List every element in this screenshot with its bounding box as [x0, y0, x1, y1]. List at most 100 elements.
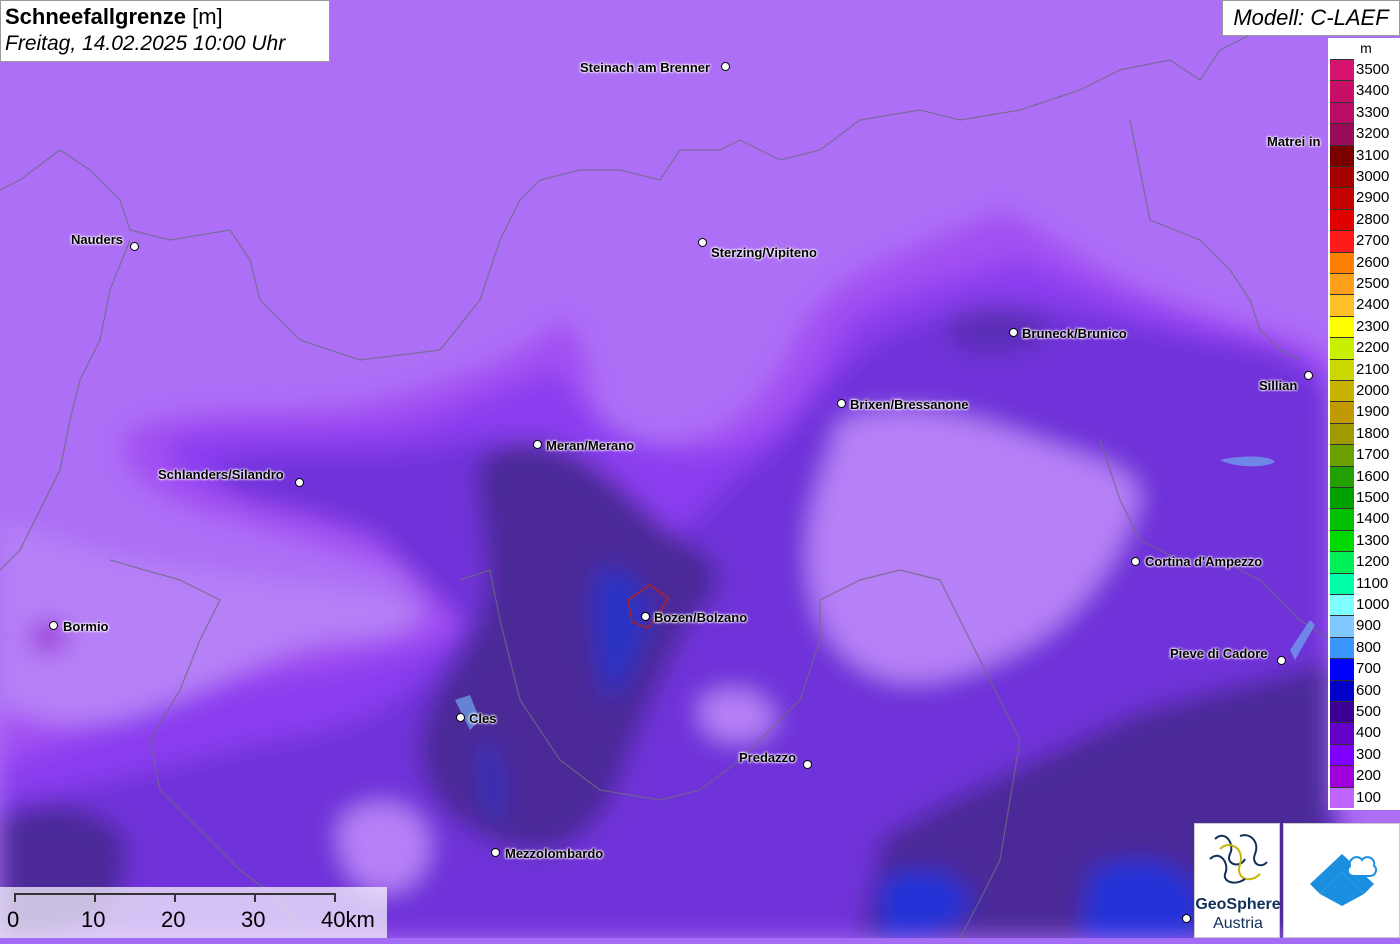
legend-swatch — [1330, 101, 1354, 124]
legend-swatch — [1330, 786, 1354, 808]
city-label-brixen[interactable]: Brixen/Bressanone — [850, 397, 969, 412]
legend-label: 3300 — [1356, 103, 1390, 121]
legend-label: 3400 — [1356, 82, 1390, 100]
app-logo[interactable] — [1283, 823, 1400, 938]
scale-tick — [14, 893, 16, 902]
legend-swatch — [1330, 572, 1354, 594]
legend-label: 1900 — [1356, 403, 1390, 421]
legend-entry: 2300 — [1328, 315, 1400, 338]
legend-entry: 1000 — [1328, 594, 1400, 616]
legend-entry: 600 — [1328, 679, 1400, 701]
city-dot-sillian — [1304, 371, 1313, 380]
legend-entry: 3200 — [1328, 123, 1400, 145]
legend-entry: 1600 — [1328, 465, 1400, 487]
legend-entry: 1300 — [1328, 529, 1400, 552]
legend-label: 1600 — [1356, 467, 1390, 485]
legend-label: 300 — [1356, 745, 1382, 763]
city-dot-pieve — [1277, 656, 1286, 665]
city-dot-bormio — [49, 621, 58, 630]
city-dot-mezzolombardo — [491, 848, 500, 857]
legend-swatch — [1330, 743, 1354, 766]
city-label-pieve[interactable]: Pieve di Cadore — [1170, 646, 1268, 661]
scale-tick — [254, 893, 256, 902]
legend-label: 1300 — [1356, 531, 1390, 549]
legend-swatch — [1330, 615, 1354, 637]
legend-swatch — [1330, 123, 1354, 145]
legend-swatch — [1330, 508, 1354, 530]
legend-swatch — [1330, 594, 1354, 616]
legend-swatch — [1330, 80, 1354, 102]
legend-label: 200 — [1356, 767, 1382, 785]
legend-swatch — [1330, 765, 1354, 787]
legend-entry: 2900 — [1328, 187, 1400, 209]
city-label-nauders[interactable]: Nauders — [71, 232, 123, 247]
legend-label: 2400 — [1356, 296, 1390, 314]
legend-entry: 900 — [1328, 615, 1400, 637]
legend-swatch — [1330, 251, 1354, 273]
city-label-matrei[interactable]: Matrei in — [1267, 134, 1320, 149]
legend-label: 2500 — [1356, 275, 1390, 292]
legend-swatch — [1330, 722, 1354, 744]
legend-entry: 200 — [1328, 765, 1400, 787]
legend-label: 700 — [1356, 660, 1382, 678]
map-title: Schneefallgrenze [m] — [5, 4, 223, 29]
legend-entry: 3000 — [1328, 166, 1400, 188]
legend-label: 1000 — [1356, 596, 1390, 613]
legend-entry: 2400 — [1328, 294, 1400, 316]
legend-swatch — [1330, 422, 1354, 445]
legend-entry: 1900 — [1328, 401, 1400, 423]
legend-swatch — [1330, 358, 1354, 380]
city-label-cles[interactable]: Cles — [469, 711, 496, 726]
city-label-sterzing[interactable]: Sterzing/Vipiteno — [711, 245, 817, 260]
geosphere-logo-text: GeoSphere — [1195, 896, 1281, 913]
legend-label: 2200 — [1356, 339, 1390, 357]
legend-label: 2300 — [1356, 317, 1390, 335]
legend-swatch — [1330, 315, 1354, 338]
legend-entry: 3500 — [1328, 59, 1400, 81]
city-dot-bruneck — [1009, 328, 1018, 337]
scale-label-30: 30 — [241, 907, 266, 932]
city-dot-unlabeled — [1182, 914, 1191, 923]
city-dot-nauders — [130, 242, 139, 251]
legend-entry: 2500 — [1328, 273, 1400, 295]
city-label-predazzo[interactable]: Predazzo — [739, 750, 796, 765]
scale-tick — [174, 893, 176, 902]
legend-entry: 100 — [1328, 786, 1400, 808]
scale-label-0: 0 — [7, 907, 20, 932]
legend-label: 2100 — [1356, 360, 1390, 378]
legend-swatch — [1330, 465, 1354, 487]
city-dot-meran — [533, 440, 542, 449]
city-label-bozen[interactable]: Bozen/Bolzano — [654, 610, 747, 625]
legend-swatch — [1330, 380, 1354, 402]
legend-swatch — [1330, 551, 1354, 573]
legend-label: 100 — [1356, 788, 1382, 806]
legend-entry: 1100 — [1328, 572, 1400, 594]
city-label-schlanders[interactable]: Schlanders/Silandro — [158, 467, 284, 482]
legend-swatch — [1330, 658, 1354, 680]
legend-swatch — [1330, 701, 1354, 723]
legend-swatch — [1330, 208, 1354, 231]
city-label-cortina[interactable]: Cortina d'Ampezzo — [1145, 554, 1262, 569]
legend-entry: 400 — [1328, 722, 1400, 744]
legend-swatch — [1330, 679, 1354, 701]
geosphere-logo[interactable]: GeoSphere Austria — [1194, 823, 1281, 938]
city-label-steinach[interactable]: Steinach am Brenner — [580, 60, 710, 75]
city-label-mezzolombardo[interactable]: Mezzolombardo — [505, 846, 603, 861]
legend-unit: m — [1360, 40, 1372, 56]
legend-label: 2700 — [1356, 232, 1390, 250]
city-label-bormio[interactable]: Bormio — [63, 619, 109, 634]
legend-label: 1100 — [1356, 574, 1389, 592]
city-dot-bozen — [641, 612, 650, 621]
legend-entry: 1700 — [1328, 444, 1400, 466]
legend-label: 900 — [1356, 617, 1382, 635]
legend-entry: 800 — [1328, 636, 1400, 659]
legend-label: 2600 — [1356, 253, 1390, 271]
city-label-meran[interactable]: Meran/Merano — [546, 438, 634, 453]
city-label-bruneck[interactable]: Bruneck/Brunico — [1022, 326, 1127, 341]
city-label-sillian[interactable]: Sillian — [1259, 378, 1297, 393]
legend-entry: 500 — [1328, 701, 1400, 723]
legend-label: 3500 — [1356, 61, 1390, 78]
scale-tick — [334, 893, 336, 902]
legend-swatch — [1330, 166, 1354, 188]
legend-entry: 3300 — [1328, 101, 1400, 124]
